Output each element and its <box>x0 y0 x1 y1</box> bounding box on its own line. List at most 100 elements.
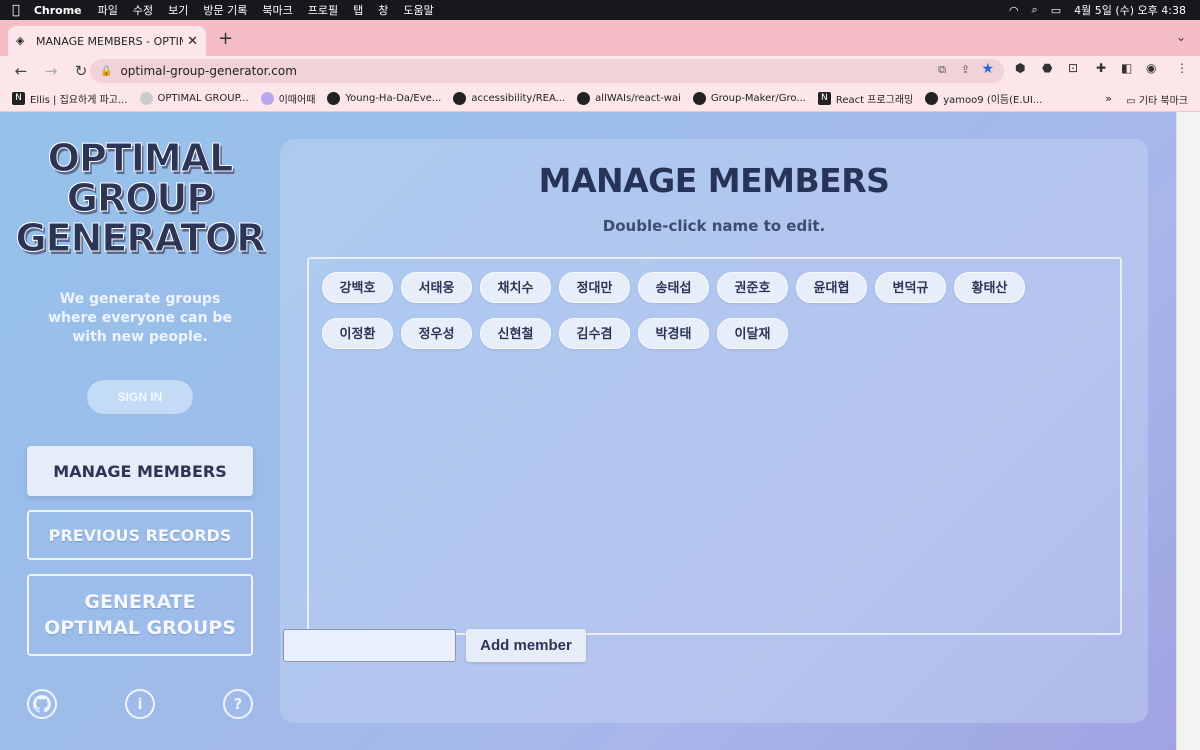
tab-search-chevron-icon[interactable]: ⌄ <box>1176 30 1186 44</box>
bookmark-label: 이때어때 <box>278 95 316 106</box>
app-logo[interactable]: OPTIMAL GROUP GENERATOR <box>10 138 270 260</box>
wifi-icon[interactable]: ◠ <box>1009 4 1019 17</box>
tab-bar: ◈ MANAGE MEMBERS - OPTIMAL ✕ <box>0 20 1200 56</box>
forward-icon[interactable]: → <box>42 62 60 80</box>
address-bar[interactable]: 🔒 optimal-group-generator.com ⧉ ⇪ ★ <box>90 59 1004 83</box>
member-name-input[interactable] <box>283 629 456 662</box>
member-chip[interactable]: 김수겸 <box>559 318 630 349</box>
member-chip[interactable]: 변덕규 <box>875 272 946 303</box>
member-list: 강백호 서태웅 채치수 정대만 송태섭 권준호 윤대협 변덕규 황태산이정환 정우성 신현철 김수겸 박… <box>322 272 1052 364</box>
member-chip[interactable]: 권준호 <box>717 272 788 303</box>
member-chip[interactable]: 서태웅 <box>401 272 472 303</box>
browser-tab[interactable]: ◈ MANAGE MEMBERS - OPTIMAL ✕ <box>8 26 206 56</box>
reload-icon[interactable]: ↻ <box>72 62 90 80</box>
back-icon[interactable]: ← <box>12 62 30 80</box>
page-subtitle: Double-click name to edit. <box>602 217 826 235</box>
extensions-puzzle-icon[interactable]: ✚ <box>1096 61 1106 75</box>
add-member-button[interactable]: Add member <box>466 629 586 662</box>
member-chip[interactable]: 박경태 <box>638 318 709 349</box>
apple-icon[interactable]:  <box>12 3 20 18</box>
tagline-line: We generate groups <box>59 291 221 307</box>
bookmark-star-icon[interactable]: ★ <box>981 61 994 77</box>
sign-in-button[interactable]: SIGN IN <box>87 380 193 414</box>
tagline: We generate groups where everyone can be… <box>20 290 260 347</box>
github-icon <box>453 92 467 105</box>
folder-label: 기타 북마크 <box>1138 96 1188 107</box>
menu-view[interactable]: 보기 <box>168 2 188 18</box>
github-icon <box>692 92 706 105</box>
clock-text[interactable]: 4월 5일 (수) 오후 4:38 <box>1074 2 1186 18</box>
menu-bookmarks[interactable]: 북마크 <box>262 2 292 18</box>
menu-profiles[interactable]: 프로필 <box>308 2 338 18</box>
search-icon[interactable]: ⌕ <box>1032 3 1038 17</box>
bookmark-label: React 프로그래밍 <box>835 95 914 106</box>
extension-icon[interactable]: ⊡ <box>1068 61 1078 75</box>
profile-avatar[interactable]: ◉ <box>1146 61 1156 75</box>
url-text[interactable]: optimal-group-generator.com <box>120 64 296 78</box>
members-container: 강백호 서태웅 채치수 정대만 송태섭 권준호 윤대협 변덕규 황태산이정환 정우성 신현철 김수겸 박… <box>307 257 1122 635</box>
tagline-line: where everyone can be <box>48 310 232 326</box>
generate-label-line: OPTIMAL GROUPS <box>44 617 236 639</box>
more-menu-icon[interactable]: ⋮ <box>1176 61 1188 75</box>
menu-tab[interactable]: 탭 <box>353 2 363 18</box>
bookmark-item[interactable]: N Ellis | 집요하게 파고... <box>12 91 128 106</box>
bookmark-item[interactable]: Young-Ha-Da/Eve... <box>327 92 441 105</box>
share-icon[interactable]: ⇪ <box>961 63 970 76</box>
new-tab-icon[interactable]: + <box>218 28 233 49</box>
bookmark-item[interactable]: OPTIMAL GROUP... <box>139 92 249 105</box>
member-chip[interactable]: 이정환 <box>322 318 393 349</box>
page-content: OPTIMAL GROUP GENERATOR We generate grou… <box>0 112 1176 750</box>
github-icon <box>577 92 591 105</box>
tab-title: MANAGE MEMBERS - OPTIMAL <box>36 34 183 48</box>
member-chip[interactable]: 신현철 <box>480 318 551 349</box>
bookmark-item[interactable]: accessibility/REA... <box>453 92 565 105</box>
previous-records-button[interactable]: PREVIOUS RECORDS <box>27 510 253 560</box>
app-menu-chrome[interactable]: Chrome <box>34 4 82 17</box>
notion-icon: N <box>817 92 831 105</box>
bookmark-label: Group-Maker/Gro... <box>710 93 806 104</box>
side-panel-icon[interactable]: ◧ <box>1121 61 1132 75</box>
member-chip[interactable]: 윤대협 <box>796 272 867 303</box>
bookmark-item[interactable]: 이때어때 <box>260 91 316 106</box>
bookmark-label: OPTIMAL GROUP... <box>157 93 249 104</box>
menu-history[interactable]: 방문 기록 <box>203 2 247 18</box>
lock-icon[interactable]: 🔒 <box>100 66 112 77</box>
member-chip[interactable]: 송태섭 <box>638 272 709 303</box>
bookmarks-overflow-icon[interactable]: » <box>1105 92 1112 105</box>
github-icon <box>925 92 939 105</box>
github-icon[interactable] <box>27 689 57 719</box>
member-chip[interactable]: 강백호 <box>322 272 393 303</box>
extension-icon[interactable]: ⬣ <box>1042 61 1052 75</box>
logo-line: GENERATOR <box>15 216 266 260</box>
menu-window[interactable]: 창 <box>378 2 388 18</box>
status-icons: ◠ ⌕ ▭ 4월 5일 (수) 오후 4:38 <box>1009 0 1186 20</box>
help-icon[interactable]: ? <box>223 689 253 719</box>
extension-icon[interactable]: ⬢ <box>1015 61 1025 75</box>
menu-help[interactable]: 도움말 <box>403 2 433 18</box>
tagline-line: with new people. <box>72 329 208 345</box>
bookmark-item[interactable]: yamoo9 (이듬(E.UI... <box>925 91 1042 106</box>
control-center-icon[interactable]: ▭ <box>1051 4 1061 17</box>
member-chip[interactable]: 이달재 <box>717 318 788 349</box>
scrollbar[interactable] <box>1176 112 1200 750</box>
other-bookmarks-folder[interactable]: ▭ 기타 북마크 <box>1126 92 1188 107</box>
generate-optimal-groups-button[interactable]: GENERATE OPTIMAL GROUPS <box>27 574 253 656</box>
menu-file[interactable]: 파일 <box>98 2 118 18</box>
macos-menu-bar:  Chrome 파일 수정 보기 방문 기록 북마크 프로필 탭 창 도움말 … <box>0 0 1200 20</box>
bookmark-item[interactable]: allWAIs/react-wai <box>577 92 681 105</box>
menu-edit[interactable]: 수정 <box>133 2 153 18</box>
logo-line: GROUP <box>66 176 214 220</box>
favicon-icon <box>139 92 153 105</box>
info-icon[interactable]: i <box>125 689 155 719</box>
manage-members-button[interactable]: MANAGE MEMBERS <box>27 446 253 496</box>
close-tab-icon[interactable]: ✕ <box>187 34 198 49</box>
bookmark-item[interactable]: Group-Maker/Gro... <box>692 92 806 105</box>
member-chip[interactable]: 황태산 <box>954 272 1025 303</box>
translate-icon[interactable]: ⧉ <box>938 63 946 77</box>
member-chip[interactable]: 채치수 <box>480 272 551 303</box>
bookmark-label: allWAIs/react-wai <box>595 93 681 104</box>
member-chip[interactable]: 정대만 <box>559 272 630 303</box>
bookmark-label: Ellis | 집요하게 파고... <box>30 95 128 106</box>
bookmark-item[interactable]: N React 프로그래밍 <box>817 91 914 106</box>
member-chip[interactable]: 정우성 <box>401 318 472 349</box>
